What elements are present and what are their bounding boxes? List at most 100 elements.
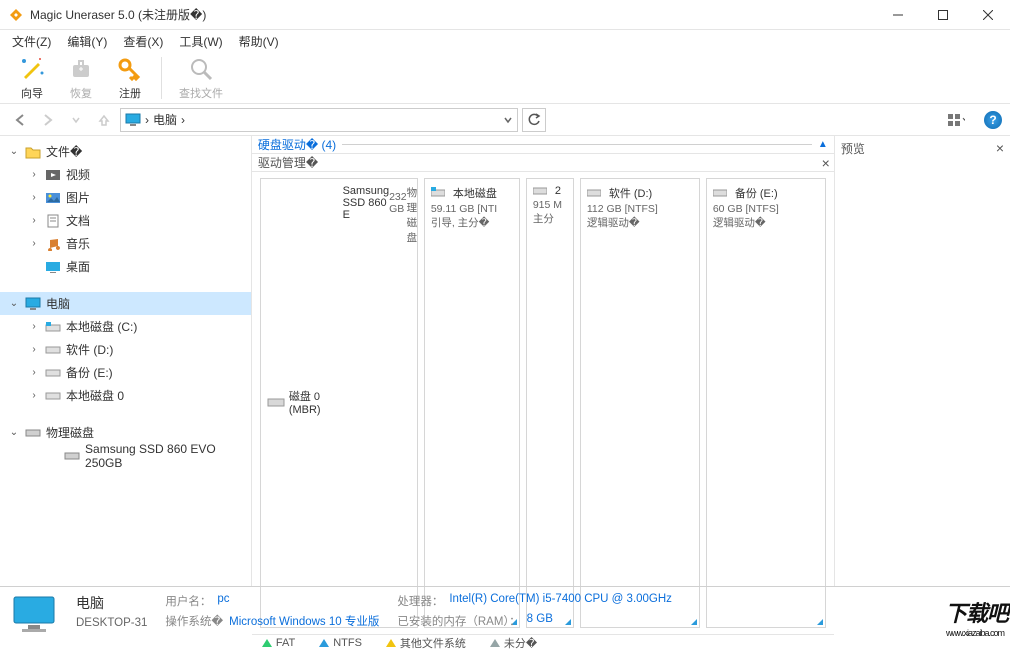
main-content: ⌄ 文件� ›视频 ›图片 ›文档 ›音乐 桌面 ⌄ 电脑 ›本地磁盘 (C:)… bbox=[0, 136, 1010, 586]
disk-card-main[interactable]: 磁盘 0 (MBR) Samsung SSD 860 E 232 GB 物理磁盘 bbox=[260, 178, 418, 628]
collapse-icon[interactable]: ⌄ bbox=[8, 146, 20, 157]
minimize-button[interactable] bbox=[875, 0, 920, 30]
chevron-up-icon[interactable]: ▲ bbox=[818, 139, 828, 150]
expand-icon[interactable]: › bbox=[28, 367, 40, 378]
find-label: 查找文件 bbox=[179, 85, 223, 101]
tree-ssd[interactable]: Samsung SSD 860 EVO 250GB bbox=[0, 444, 251, 467]
menu-view[interactable]: 查看(X) bbox=[115, 31, 171, 52]
drive-icon bbox=[533, 185, 551, 197]
refresh-button[interactable] bbox=[522, 108, 546, 132]
status-bar: 电脑 DESKTOP-31 用户名：pc 操作系统�Microsoft Wind… bbox=[0, 586, 1010, 644]
maximize-button[interactable] bbox=[920, 0, 965, 30]
disk-icon bbox=[267, 396, 285, 408]
recover-label: 恢复 bbox=[70, 85, 92, 101]
expand-icon[interactable]: › bbox=[28, 344, 40, 355]
up-button[interactable] bbox=[92, 108, 116, 132]
status-ram: 8 GB bbox=[527, 613, 553, 629]
view-mode-button[interactable] bbox=[942, 108, 970, 132]
collapse-icon[interactable]: ⌄ bbox=[8, 298, 20, 309]
computer-icon bbox=[24, 296, 42, 312]
tree-drive-e[interactable]: ›备份 (E:) bbox=[0, 361, 251, 384]
drive-icon bbox=[44, 365, 62, 381]
disk-part-e[interactable]: 备份 (E:) 60 GB [NTFS] 逻辑驱动� bbox=[706, 178, 826, 628]
tree-video[interactable]: ›视频 bbox=[0, 163, 251, 186]
address-dropdown[interactable] bbox=[503, 115, 513, 125]
tree-drive-c[interactable]: ›本地磁盘 (C:) bbox=[0, 315, 251, 338]
key-icon bbox=[116, 55, 144, 83]
menu-edit[interactable]: 编辑(Y) bbox=[59, 31, 115, 52]
computer-icon bbox=[125, 113, 141, 127]
expand-icon[interactable]: › bbox=[28, 169, 40, 180]
sidebar: ⌄ 文件� ›视频 ›图片 ›文档 ›音乐 桌面 ⌄ 电脑 ›本地磁盘 (C:)… bbox=[0, 136, 252, 586]
disk-part-c[interactable]: 本地磁盘 59.11 GB [NTI 引导, 主分� bbox=[424, 178, 520, 628]
drive-icon bbox=[587, 187, 605, 199]
expand-icon[interactable]: › bbox=[28, 238, 40, 249]
close-icon[interactable]: × bbox=[996, 140, 1004, 157]
disk-icon bbox=[64, 448, 81, 464]
menu-bar: 文件(Z) 编辑(Y) 查看(X) 工具(W) 帮助(V) bbox=[0, 30, 1010, 52]
video-icon bbox=[44, 167, 62, 183]
disk-icon bbox=[24, 425, 42, 441]
watermark: 下载吧 www.xiazaiba.com bbox=[945, 596, 1008, 638]
disk-mgmt-header[interactable]: 驱动管理� × bbox=[252, 153, 834, 172]
status-user: pc bbox=[217, 593, 229, 609]
center-panel: 硬盘驱动� (4) ▲ 本地磁盘 (C:) �?59.11 GB�?s 可用 软… bbox=[252, 136, 835, 586]
menu-tools[interactable]: 工具(W) bbox=[171, 31, 230, 52]
status-computer: 电脑 bbox=[76, 593, 147, 613]
wizard-label: 向导 bbox=[21, 85, 43, 101]
disk-part-d[interactable]: 软件 (D:) 112 GB [NTFS] 逻辑驱动� bbox=[580, 178, 700, 628]
breadcrumb[interactable]: 电脑 bbox=[153, 111, 177, 128]
tree-music[interactable]: ›音乐 bbox=[0, 232, 251, 255]
app-icon bbox=[8, 7, 24, 23]
music-icon bbox=[44, 236, 62, 252]
drive-icon bbox=[44, 319, 62, 335]
close-button[interactable] bbox=[965, 0, 1010, 30]
menu-file[interactable]: 文件(Z) bbox=[4, 31, 59, 52]
drive-icon bbox=[44, 342, 62, 358]
wizard-icon bbox=[18, 55, 46, 83]
recover-button[interactable]: 恢复 bbox=[57, 53, 105, 103]
help-button[interactable]: ? bbox=[984, 111, 1002, 129]
expand-icon[interactable]: › bbox=[28, 321, 40, 332]
window-controls bbox=[875, 0, 1010, 30]
tree-files[interactable]: ⌄ 文件� bbox=[0, 140, 251, 163]
tree-desktop[interactable]: 桌面 bbox=[0, 255, 251, 278]
address-bar[interactable]: › 电脑 › bbox=[120, 108, 518, 132]
register-label: 注册 bbox=[119, 85, 141, 101]
recover-icon bbox=[67, 55, 95, 83]
drives-header[interactable]: 硬盘驱动� (4) ▲ bbox=[252, 136, 834, 153]
title-bar: Magic Uneraser 5.0 (未注册版�) bbox=[0, 0, 1010, 30]
register-button[interactable]: 注册 bbox=[106, 53, 154, 103]
disk-part-2[interactable]: 2 915 M 主分 bbox=[526, 178, 574, 628]
tree-documents[interactable]: ›文档 bbox=[0, 209, 251, 232]
close-icon[interactable]: × bbox=[822, 155, 830, 171]
nav-bar: › 电脑 › ? bbox=[0, 104, 1010, 136]
find-button[interactable]: 查找文件 bbox=[169, 53, 233, 103]
collapse-icon[interactable]: ⌄ bbox=[8, 427, 20, 438]
status-cpu: Intel(R) Core(TM) i5-7400 CPU @ 3.00GHz bbox=[449, 593, 672, 609]
back-button[interactable] bbox=[8, 108, 32, 132]
disk-panel: 磁盘 0 (MBR) Samsung SSD 860 E 232 GB 物理磁盘… bbox=[252, 172, 834, 634]
tree-pictures[interactable]: ›图片 bbox=[0, 186, 251, 209]
window-title: Magic Uneraser 5.0 (未注册版�) bbox=[30, 6, 875, 23]
wizard-button[interactable]: 向导 bbox=[8, 53, 56, 103]
drive-icon bbox=[713, 187, 731, 199]
history-dropdown[interactable] bbox=[64, 108, 88, 132]
preview-pane: 预览 × bbox=[835, 136, 1010, 586]
toolbar: 向导 恢复 注册 查找文件 bbox=[0, 52, 1010, 104]
expand-icon[interactable]: › bbox=[28, 215, 40, 226]
separator bbox=[161, 57, 162, 99]
picture-icon bbox=[44, 190, 62, 206]
computer-icon bbox=[10, 593, 58, 635]
menu-help[interactable]: 帮助(V) bbox=[231, 31, 287, 52]
tree-drive-0[interactable]: ›本地磁盘 0 bbox=[0, 384, 251, 407]
expand-icon[interactable]: › bbox=[28, 390, 40, 401]
expand-icon[interactable]: › bbox=[28, 192, 40, 203]
status-os: Microsoft Windows 10 专业版 bbox=[229, 613, 379, 629]
desktop-icon bbox=[44, 259, 62, 275]
document-icon bbox=[44, 213, 62, 229]
tree-computer[interactable]: ⌄ 电脑 bbox=[0, 292, 251, 315]
tree-drive-d[interactable]: ›软件 (D:) bbox=[0, 338, 251, 361]
search-icon bbox=[187, 55, 215, 83]
forward-button[interactable] bbox=[36, 108, 60, 132]
